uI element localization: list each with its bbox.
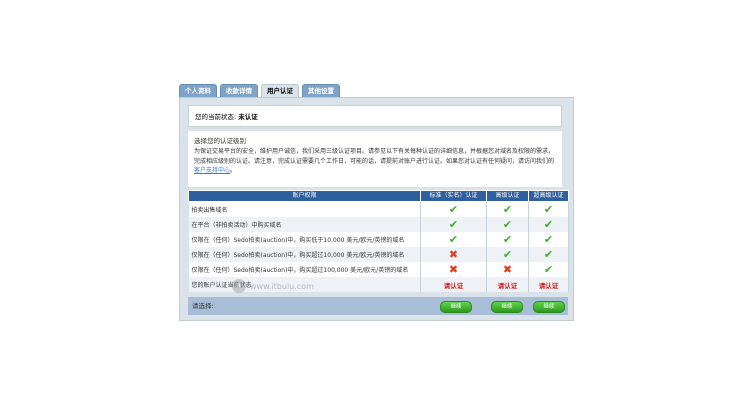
permission-label: 在平台（非拍卖活动）中购买域名 [188,217,421,232]
tab-bar: 个人资料 收款详情 用户认证 其他设置 [179,84,340,98]
info-box: 选择您的认证级别 为保证交易平台的安全，维护用户诚信，我们采用三级认证项目。请参… [188,131,562,187]
verify-link[interactable]: 请认证 [420,277,487,292]
column-header: 超高级认证 [528,190,569,202]
current-status-box: 您的当前状态: 未认证 [188,105,562,127]
check-icon: ✔ [543,248,554,261]
info-desc-text: 为保证交易平台的安全，维护用户诚信，我们采用三级认证项目。请参见以下有关每种认证… [194,148,555,165]
check-icon: ✔ [528,201,569,217]
check-icon: ✔ [420,232,487,247]
permission-label: 拍卖出售域名 [188,201,421,217]
check-icon: ✔ [502,203,513,216]
tab-payment-details[interactable]: 收款详情 [220,84,258,98]
check-icon: ✔ [528,217,569,232]
check-icon: ✔ [543,203,554,216]
permission-label: 仅限在（任何）Sedo拍卖(auction)中，购买超过10,000 美元/欧元… [188,247,421,262]
check-icon: ✔ [486,217,529,232]
check-icon: ✔ [528,262,569,277]
table-header-row: 账户权限 标准（实名）认证 高级认证 超高级认证 [188,190,569,202]
check-icon: ✔ [486,232,529,247]
info-description: 为保证交易平台的安全，维护用户诚信，我们采用三级认证项目。请参见以下有关每种认证… [194,147,556,176]
verify-link-label[interactable]: 请认证 [539,282,559,290]
check-icon: ✔ [502,233,513,246]
info-desc-tail: 。 [230,167,237,174]
cross-icon: ✖ [448,263,459,276]
check-icon: ✔ [528,232,569,247]
table-row: 在平台（非拍卖活动）中购买域名 ✔ ✔ ✔ [188,217,569,232]
selection-footer: 请选择: 继续 继续 继续 [188,297,568,315]
tab-user-verification[interactable]: 用户认证 [261,84,299,98]
check-icon: ✔ [486,201,529,217]
status-value: 未认证 [238,113,258,121]
continue-button-advanced[interactable]: 继续 [491,301,523,313]
cross-icon: ✖ [486,262,529,277]
check-icon: ✔ [420,217,487,232]
table-row: 仅限在（任何）Sedo拍卖(auction)中，购买超过100,000 美元/欧… [188,262,569,277]
column-header: 账户权限 [188,190,421,202]
watermark-logo-icon: ✦ [232,279,246,293]
check-icon: ✔ [502,218,513,231]
continue-button-premium[interactable]: 继续 [533,301,565,313]
cross-icon: ✖ [420,262,487,277]
verify-link[interactable]: 请认证 [486,277,529,292]
permission-label: 仅限在（任何）Sedo拍卖(auction)中，购买低于10,000 美元/欧元… [188,232,421,247]
check-icon: ✔ [486,247,529,262]
footer-label: 请选择: [192,302,214,310]
check-icon: ✔ [543,218,554,231]
check-icon: ✔ [502,248,513,261]
check-icon: ✔ [543,263,554,276]
column-header: 高级认证 [486,190,529,202]
permissions-table: 账户权限 标准（实名）认证 高级认证 超高级认证 拍卖出售域名 ✔ ✔ ✔ 在平台（非拍… [188,190,569,292]
column-header: 标准（实名）认证 [420,190,487,202]
table-row: 仅限在（任何）Sedo拍卖(auction)中，购买低于10,000 美元/欧元… [188,232,569,247]
table-row: 拍卖出售域名 ✔ ✔ ✔ [188,201,569,217]
watermark-text: www.itbulu.com [250,281,314,291]
check-icon: ✔ [448,218,459,231]
cross-icon: ✖ [502,263,513,276]
status-label: 您的当前状态: [195,113,237,121]
info-title: 选择您的认证级别 [194,137,246,145]
continue-button-standard[interactable]: 继续 [440,301,472,313]
permission-label: 仅限在（任何）Sedo拍卖(auction)中，购买超过100,000 美元/欧… [188,262,421,277]
verify-link[interactable]: 请认证 [528,277,569,292]
watermark: ✦ www.itbulu.com [232,279,314,293]
verify-link-label[interactable]: 请认证 [444,282,464,290]
tab-other-settings[interactable]: 其他设置 [302,84,340,98]
check-icon: ✔ [528,247,569,262]
tab-personal-info[interactable]: 个人资料 [179,84,217,98]
check-icon: ✔ [448,203,459,216]
support-center-link[interactable]: 客户支持中心 [194,167,230,174]
check-icon: ✔ [448,233,459,246]
cross-icon: ✖ [448,248,459,261]
verify-link-label[interactable]: 请认证 [498,282,518,290]
table-row: 仅限在（任何）Sedo拍卖(auction)中，购买超过10,000 美元/欧元… [188,247,569,262]
check-icon: ✔ [543,233,554,246]
cross-icon: ✖ [420,247,487,262]
check-icon: ✔ [420,201,487,217]
